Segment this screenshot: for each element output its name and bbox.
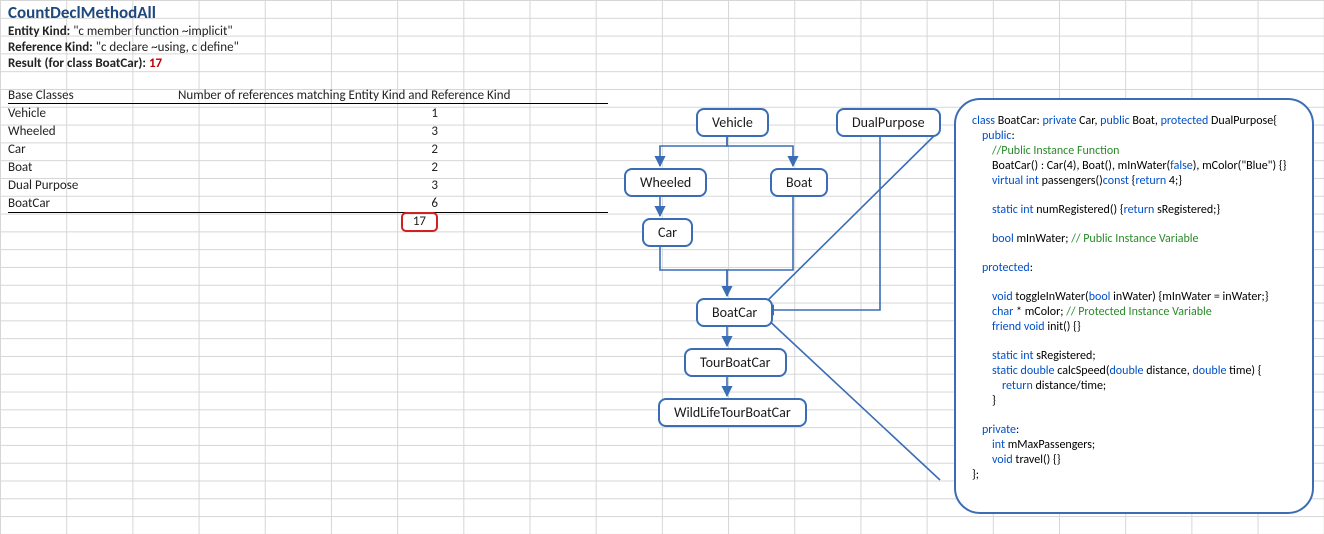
code-token: static double xyxy=(992,364,1057,378)
code-token: public xyxy=(982,129,1012,143)
code-token: toggleInWater( xyxy=(1015,290,1088,304)
row-name: Boat xyxy=(8,160,178,175)
code-token: calcSpeed( xyxy=(1057,364,1109,378)
row-count: 3 xyxy=(178,178,442,193)
code-token: BoatCar: xyxy=(998,114,1043,128)
result-value: 17 xyxy=(149,56,162,71)
table-row: Car 2 xyxy=(8,140,608,158)
code-token: return xyxy=(1135,174,1168,188)
row-name: Wheeled xyxy=(8,124,178,139)
table-row: Wheeled 3 xyxy=(8,122,608,140)
row-name: Dual Purpose xyxy=(8,178,178,193)
meta-entity-kind: Entity Kind: "c member function ~implici… xyxy=(8,24,608,39)
code-comment: // Public Instance Variable xyxy=(1071,232,1198,246)
node-boat: Boat xyxy=(770,168,828,197)
code-token: distance/time; xyxy=(1035,379,1106,393)
node-boatcar: BoatCar xyxy=(696,298,773,327)
row-count: 2 xyxy=(178,160,442,175)
code-token: }; xyxy=(972,468,1302,483)
code-token: sRegistered;} xyxy=(1157,203,1220,217)
code-token: bool xyxy=(1089,290,1113,304)
code-token: passengers() xyxy=(1042,174,1103,188)
code-comment: // Protected Instance Variable xyxy=(1066,305,1212,319)
row-name: Vehicle xyxy=(8,106,178,121)
node-vehicle: Vehicle xyxy=(696,108,769,137)
code-token: numRegistered() { xyxy=(1036,203,1123,217)
code-token: Boat, xyxy=(1132,114,1160,128)
code-token: init() {} xyxy=(1047,320,1080,334)
code-token: void xyxy=(992,453,1015,467)
row-count: 2 xyxy=(178,142,442,157)
code-token: Car, xyxy=(1079,114,1100,128)
code-token: static int xyxy=(992,203,1036,217)
code-comment: //Public Instance Function xyxy=(972,144,1302,159)
node-tourboatcar: TourBoatCar xyxy=(684,348,787,377)
code-token: static int xyxy=(992,349,1036,363)
code-token: inWater) {mInWater = inWater;} xyxy=(1113,290,1268,304)
meta-result: Result (for class BoatCar): 17 xyxy=(8,56,608,71)
class-table: Base Classes Number of references matchi… xyxy=(8,85,608,231)
reference-kind-value: "c declare ~using, c define" xyxy=(96,40,239,55)
code-token: ), mColor("Blue") {} xyxy=(1193,159,1287,173)
code-token: return xyxy=(1124,203,1157,217)
code-token: 4;} xyxy=(1169,174,1182,188)
code-token: char xyxy=(992,305,1016,319)
code-token: private xyxy=(982,423,1016,437)
meta-reference-kind: Reference Kind: "c declare ~using, c def… xyxy=(8,40,608,55)
code-token: travel() {} xyxy=(1015,453,1060,467)
result-label: Result (for class BoatCar): xyxy=(8,56,146,71)
code-token: BoatCar() : Car(4), Boat(), mInWater( xyxy=(992,159,1170,173)
code-token: public xyxy=(1100,114,1132,128)
code-token: protected xyxy=(1161,114,1211,128)
entity-kind-label: Entity Kind: xyxy=(8,24,70,39)
table-total-row: 17 xyxy=(8,212,608,231)
code-token: distance, xyxy=(1146,364,1192,378)
table-row: Vehicle 1 xyxy=(8,104,608,122)
row-count: 3 xyxy=(178,124,442,139)
table-header-baseclasses: Base Classes xyxy=(8,88,178,103)
code-token: int xyxy=(992,438,1008,452)
node-car: Car xyxy=(642,218,693,247)
node-dualpurpose: DualPurpose xyxy=(836,108,941,137)
code-token: sRegistered; xyxy=(1036,349,1095,363)
code-token: DualPurpose{ xyxy=(1211,114,1277,128)
table-row: BoatCar 6 xyxy=(8,194,608,212)
reference-kind-label: Reference Kind: xyxy=(8,40,93,55)
entity-kind-value: "c member function ~implicit" xyxy=(73,24,232,39)
code-token: bool xyxy=(992,232,1016,246)
node-wildlife: WildLifeTourBoatCar xyxy=(658,398,807,427)
code-token: double xyxy=(1192,364,1229,378)
code-token: * mColor; xyxy=(1016,305,1066,319)
code-token: } xyxy=(972,394,1302,409)
page-title: CountDeclMethodAll xyxy=(8,2,608,23)
table-row: Dual Purpose 3 xyxy=(8,176,608,194)
code-token: const xyxy=(1103,174,1132,188)
node-wheeled: Wheeled xyxy=(624,168,707,197)
code-token: void xyxy=(992,290,1015,304)
code-token: false xyxy=(1170,159,1193,173)
code-token: virtual int xyxy=(992,174,1042,188)
code-token: return xyxy=(1002,379,1035,393)
code-token: protected xyxy=(982,261,1030,275)
code-panel: class BoatCar: private Car, public Boat,… xyxy=(954,98,1314,514)
total-value: 17 xyxy=(401,212,438,232)
code-token: mMaxPassengers; xyxy=(1008,438,1095,452)
table-header-count: Number of references matching Entity Kin… xyxy=(178,88,586,103)
table-row: Boat 2 xyxy=(8,158,608,176)
row-count: 1 xyxy=(178,106,442,121)
code-token: class xyxy=(972,114,998,128)
code-token: double xyxy=(1110,364,1147,378)
code-token: private xyxy=(1042,114,1079,128)
row-name: BoatCar xyxy=(8,196,178,211)
row-count: 6 xyxy=(178,196,442,211)
row-name: Car xyxy=(8,142,178,157)
code-token: mInWater; xyxy=(1016,232,1071,246)
code-token: friend void xyxy=(992,320,1047,334)
code-token: time) { xyxy=(1229,364,1261,378)
